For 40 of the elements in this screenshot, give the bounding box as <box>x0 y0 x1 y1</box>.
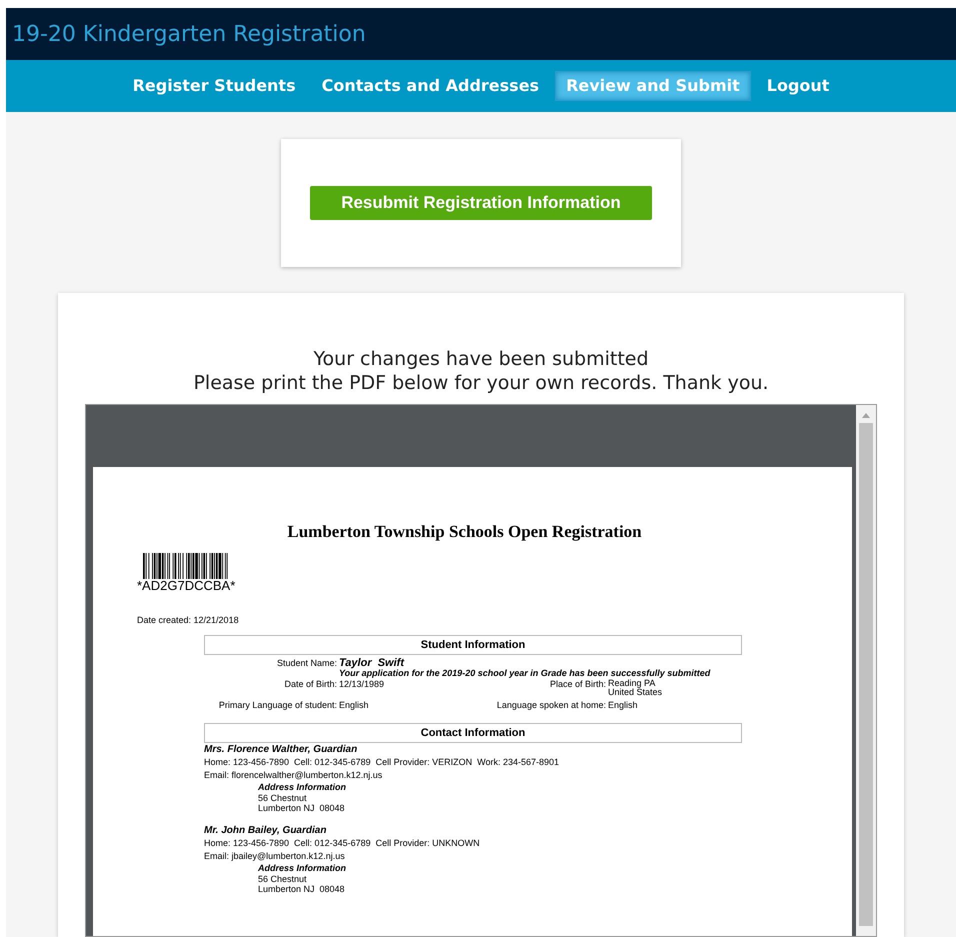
barcode-code: *AD2G7DCCBA* <box>137 578 236 592</box>
field-label: Student Name: <box>276 658 338 670</box>
nav-tab[interactable]: Contacts and Addresses <box>312 71 550 101</box>
section-heading: Student Information <box>204 635 742 655</box>
field-value: United States <box>608 688 662 697</box>
confirmation-message: Your changes have been submitted <box>313 347 649 371</box>
address-line: Lumberton NJ 08048 <box>258 803 346 813</box>
section-heading: Contact Information <box>204 723 742 743</box>
resubmit-button[interactable]: Resubmit Registration Information <box>310 186 652 220</box>
contact-name: Mr. John Bailey, Guardian <box>204 824 328 837</box>
contact-email: Email: jbailey@lumberton.k12.nj.us <box>204 850 346 862</box>
scrollbar[interactable] <box>856 405 876 936</box>
address-heading: Address Information <box>258 862 348 874</box>
field-value: Reading PA <box>608 679 656 688</box>
submission-note: Your application for the 2019-20 school year in Grade has been successfully submitted <box>339 669 712 678</box>
scrollbar-thumb[interactable] <box>859 423 873 926</box>
student-name: Taylor Swift <box>339 658 406 669</box>
field-label: Place of Birth: <box>548 679 607 691</box>
field-label: Date of Birth: <box>283 679 338 691</box>
contact-phones: Home: 123-456-7890 Cell: 012-345-6789 Cell Provider: UNKNOWN <box>204 837 481 850</box>
confirmation-message: Please print the PDF below for your own records. Thank you. <box>193 371 769 395</box>
field-label: Primary Language of student: <box>218 700 338 711</box>
contact-name: Mrs. Florence Walther, Guardian <box>204 743 358 756</box>
contact-phones: Home: 123-456-7890 Cell: 012-345-6789 Cell Provider: VERIZON Work: 234-567-8901 <box>204 756 560 769</box>
nav-tab[interactable]: Logout <box>756 71 840 101</box>
pdf-title: Lumberton Township Schools Open Registration <box>287 521 642 543</box>
address-line: 56 Chestnut <box>258 793 308 803</box>
address-line: Lumberton NJ 08048 <box>258 884 346 894</box>
nav-tab[interactable]: Register Students <box>122 71 306 101</box>
field-value: 12/13/1989 <box>339 679 386 691</box>
scroll-up-icon[interactable] <box>862 412 870 418</box>
field-value: English <box>339 700 370 711</box>
address-line: 56 Chestnut <box>258 874 308 884</box>
contact-email: Email: florencelwalther@lumberton.k12.nj.us <box>204 769 384 781</box>
app-title: 19-20 Kindergarten Registration <box>12 20 366 48</box>
field-value: English <box>608 700 638 711</box>
date-created: Date created: 12/21/2018 <box>137 614 240 626</box>
address-heading: Address Information <box>258 781 348 793</box>
nav-tab[interactable]: Review and Submit <box>555 71 751 101</box>
field-label: Language spoken at home: <box>496 700 607 711</box>
